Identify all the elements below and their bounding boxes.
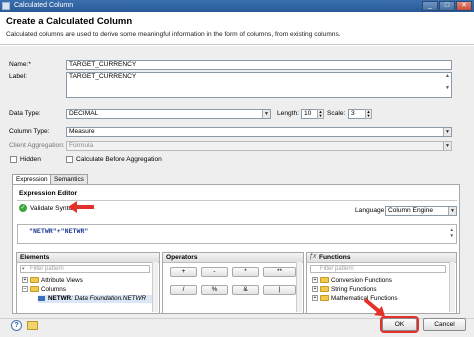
- data-type-value: DECIMAL: [69, 110, 99, 117]
- fx-icon: ƒx: [309, 253, 317, 260]
- name-label: Name:*: [9, 61, 31, 68]
- hidden-checkbox[interactable]: [10, 156, 17, 163]
- elements-scrollbar[interactable]: [152, 262, 158, 312]
- folder-icon: [30, 286, 39, 293]
- language-select[interactable]: Column Engine ▼: [385, 206, 457, 216]
- page-subtitle: Calculated columns are used to derive so…: [6, 31, 341, 38]
- operator-and-button[interactable]: &: [232, 285, 259, 295]
- operators-panel: Operators: [162, 252, 304, 314]
- client-aggregation-select: Formula ▼: [66, 141, 452, 151]
- tree-item-string-functions[interactable]: + String Functions: [312, 286, 377, 294]
- operators-title: Operators: [163, 253, 303, 263]
- maximize-button[interactable]: □: [439, 1, 455, 11]
- page-title: Create a Calculated Column: [6, 16, 133, 27]
- label-field[interactable]: TARGET_CURRENCY: [66, 72, 452, 98]
- calc-before-aggregation-checkbox[interactable]: [66, 156, 73, 163]
- tree-item-columns[interactable]: − Columns: [22, 286, 66, 294]
- operators-scrollbar[interactable]: [296, 262, 302, 312]
- help-icon[interactable]: ?: [11, 320, 22, 331]
- close-button[interactable]: ✕: [456, 1, 472, 11]
- elements-title: Elements: [17, 253, 159, 263]
- cancel-button[interactable]: Cancel: [423, 318, 466, 331]
- functions-scrollbar[interactable]: [449, 262, 455, 312]
- operator-plus-button[interactable]: +: [170, 267, 197, 277]
- client-aggregation-label: Client Aggregation:: [9, 142, 65, 149]
- window-title: Calculated Column: [14, 2, 74, 9]
- collapse-icon[interactable]: −: [22, 286, 28, 293]
- length-spinner[interactable]: ▲ ▼: [317, 109, 324, 119]
- expression-editor-title: Expression Editor: [19, 190, 78, 197]
- label-scroll-icon[interactable]: ▲ ▼: [444, 73, 451, 97]
- language-value: Column Engine: [388, 207, 434, 214]
- check-icon: ✓: [19, 204, 27, 212]
- tab-semantics[interactable]: Semantics: [50, 174, 88, 184]
- elements-filter-input[interactable]: Filter pattern: [20, 265, 150, 273]
- arrow-shaft: [76, 205, 94, 209]
- operator-minus-button[interactable]: -: [201, 267, 228, 277]
- chevron-down-icon[interactable]: ▼: [262, 110, 270, 118]
- tab-expression[interactable]: Expression: [12, 174, 52, 184]
- minimize-button[interactable]: _: [422, 1, 438, 11]
- label-field-value: TARGET_CURRENCY: [69, 73, 137, 80]
- tree-item-conversion-functions[interactable]: + Conversion Functions: [312, 277, 392, 285]
- functions-filter-input[interactable]: Filter pattern: [310, 265, 446, 273]
- operator-power-button[interactable]: **: [263, 267, 296, 277]
- client-aggregation-value: Formula: [69, 142, 94, 149]
- operator-multiply-button[interactable]: *: [232, 267, 259, 277]
- scale-label: Scale:: [327, 110, 346, 117]
- data-type-label: Data Type:: [9, 110, 41, 117]
- app-icon: [2, 2, 10, 10]
- notes-icon[interactable]: [27, 321, 38, 330]
- window-titlebar: Calculated Column: [0, 0, 474, 12]
- column-type-select[interactable]: Measure ▼: [66, 127, 452, 137]
- functions-title: Functions: [307, 253, 456, 263]
- chevron-down-icon[interactable]: ▼: [448, 207, 456, 215]
- expression-textarea[interactable]: "NETWR"+"NETWR" ▲ ▼: [17, 224, 457, 244]
- expand-icon[interactable]: +: [312, 286, 318, 293]
- chevron-down-icon: ▼: [443, 142, 451, 150]
- folder-icon: [320, 295, 329, 302]
- operator-divide-button[interactable]: /: [170, 285, 197, 295]
- calc-before-aggregation-label: Calculate Before Aggregation: [76, 156, 162, 163]
- measure-icon: [38, 295, 45, 301]
- name-field[interactable]: TARGET_CURRENCY: [66, 60, 452, 70]
- expand-icon[interactable]: +: [22, 277, 28, 284]
- label-label: Label:: [9, 73, 27, 80]
- operator-modulo-button[interactable]: %: [201, 285, 228, 295]
- expression-scroll-icon[interactable]: ▲ ▼: [450, 227, 454, 239]
- expression-text: "NETWR"+"NETWR": [29, 228, 89, 235]
- folder-icon: [30, 277, 39, 284]
- language-label: Language:: [355, 207, 387, 214]
- annotation-arrow: [68, 199, 96, 215]
- column-type-value: Measure: [69, 128, 95, 135]
- data-type-select[interactable]: DECIMAL ▼: [66, 109, 271, 119]
- tree-item-netwr[interactable]: NETWR: Data Foundation.NETWR: [38, 295, 153, 303]
- operator-or-button[interactable]: |: [263, 285, 296, 295]
- tree-item-attribute-views[interactable]: + Attribute Views: [22, 277, 83, 285]
- column-type-label: Column Type:: [9, 128, 50, 135]
- scale-spinner[interactable]: ▲ ▼: [365, 109, 372, 119]
- expand-icon[interactable]: +: [312, 295, 318, 302]
- length-label: Length:: [277, 110, 299, 117]
- ok-button[interactable]: OK: [380, 316, 419, 333]
- expand-icon[interactable]: +: [312, 277, 318, 284]
- chevron-down-icon[interactable]: ▼: [443, 128, 451, 136]
- hidden-checkbox-label: Hidden: [20, 156, 41, 163]
- filter-icon: ▾: [22, 266, 25, 272]
- folder-icon: [320, 286, 329, 293]
- folder-icon: [320, 277, 329, 284]
